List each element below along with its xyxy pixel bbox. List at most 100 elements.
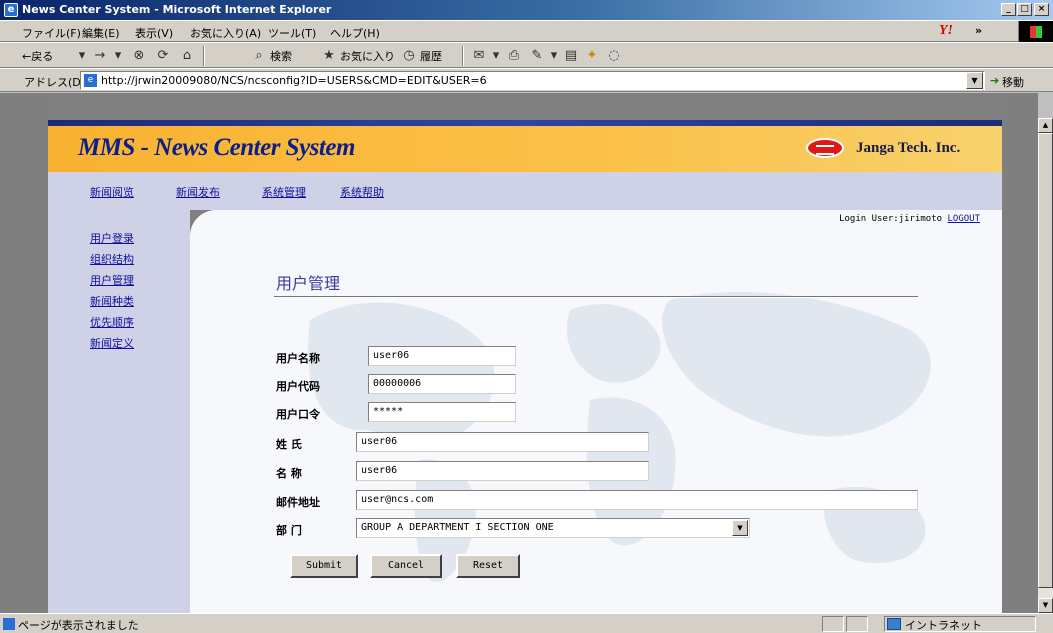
windows-logo-icon: [1018, 21, 1053, 43]
given-name-input[interactable]: user06: [356, 461, 649, 481]
cancel-button[interactable]: Cancel: [370, 554, 442, 578]
nav-news-publish[interactable]: 新闻发布: [176, 184, 220, 200]
window-title: News Center System - Microsoft Internet …: [22, 3, 332, 16]
browser-viewport: MMS - News Center System Janga Tech. Inc…: [0, 93, 1038, 613]
login-label: Login User:: [839, 214, 899, 224]
page-gutter-left: [0, 93, 48, 613]
go-button[interactable]: 移動: [1002, 74, 1024, 90]
status-bar: ページが表示されました イントラネット: [0, 613, 1053, 633]
toolbar-separator: [203, 46, 205, 66]
menu-edit[interactable]: 編集(E): [82, 25, 120, 41]
maximize-button[interactable]: □: [1017, 3, 1032, 16]
top-nav: 新闻阅览 新闻发布 系统管理 系统帮助: [48, 172, 1002, 210]
forward-dropdown-icon[interactable]: ▾: [110, 47, 126, 65]
chevron-down-icon[interactable]: ▼: [732, 520, 748, 536]
sidebar: 用户登录 组织结构 用户管理 新闻种类 优先顺序 新闻定义: [48, 210, 190, 613]
toolbar-chevron[interactable]: »: [975, 24, 982, 37]
site-title: MMS - News Center System: [78, 134, 355, 161]
sidebar-item-priority[interactable]: 优先顺序: [90, 314, 134, 330]
logout-link[interactable]: LOGOUT: [947, 214, 980, 224]
page-icon: e: [84, 74, 97, 87]
related-icon[interactable]: ◌: [605, 47, 623, 65]
refresh-icon[interactable]: ⟳: [154, 47, 172, 65]
status-text: ページが表示されました: [18, 619, 139, 632]
menu-file[interactable]: ファイル(F): [22, 25, 81, 41]
ie-icon: e: [4, 3, 18, 17]
menu-help[interactable]: ヘルプ(H): [330, 25, 380, 41]
address-label: アドレス(D): [24, 76, 86, 89]
intranet-zone-icon: [887, 618, 901, 630]
menu-tools[interactable]: ツール(T): [268, 25, 316, 41]
reset-button[interactable]: Reset: [456, 554, 520, 578]
address-dropdown-button[interactable]: ▼: [966, 72, 983, 89]
edit-icon[interactable]: ✎: [528, 47, 546, 65]
page-title: 用户管理: [276, 274, 341, 293]
back-dropdown-icon[interactable]: ▾: [74, 47, 90, 65]
zone-text: イントラネット: [905, 619, 982, 632]
standard-toolbar: ←戻る ▾ → ▾ ⊗ ⟳ ⌂ ⌕ 検索 ★ お気に入り ◷ 履歴 ✉ ▾ ⎙ …: [0, 42, 1053, 68]
home-icon[interactable]: ⌂: [178, 47, 196, 65]
company-name: Janga Tech. Inc.: [856, 140, 961, 156]
submit-button[interactable]: Submit: [290, 554, 358, 578]
department-select[interactable]: GROUP A DEPARTMENT I SECTION ONE ▼: [356, 518, 750, 538]
mail-dropdown-icon[interactable]: ▾: [490, 47, 502, 65]
edit-dropdown-icon[interactable]: ▾: [548, 47, 560, 65]
address-url: http://jrwin20009080/NCS/ncsconfig?ID=US…: [101, 74, 487, 87]
favorites-button[interactable]: お気に入り: [340, 48, 395, 64]
login-info: Login User:jirimoto LOGOUT: [839, 214, 980, 224]
search-button[interactable]: 検索: [270, 48, 292, 64]
login-user: jirimoto: [898, 214, 943, 224]
discuss-icon[interactable]: ▤: [562, 47, 580, 65]
stop-icon[interactable]: ⊗: [130, 47, 148, 65]
status-panel: [822, 616, 844, 632]
content-panel: Login User:jirimoto LOGOUT 用户管理 用户名称 use…: [190, 210, 1002, 613]
surname-input[interactable]: user06: [356, 432, 649, 452]
sidebar-item-user-admin[interactable]: 用户管理: [90, 272, 134, 288]
given-name-label: 名 称: [276, 467, 302, 480]
menu-bar: ファイル(F) 編集(E) 表示(V) お気に入り(A) ツール(T) ヘルプ(…: [0, 20, 1053, 43]
site-header: MMS - News Center System Janga Tech. Inc…: [48, 126, 1002, 172]
sidebar-item-org-structure[interactable]: 组织结构: [90, 251, 134, 267]
email-input[interactable]: user@ncs.com: [356, 490, 918, 510]
status-panel: [846, 616, 868, 632]
history-button[interactable]: 履歴: [420, 48, 442, 64]
password-input[interactable]: *****: [368, 402, 516, 422]
sidebar-item-news-definition[interactable]: 新闻定义: [90, 335, 134, 351]
sidebar-item-news-category[interactable]: 新闻种类: [90, 293, 134, 309]
menu-view[interactable]: 表示(V): [135, 25, 173, 41]
scroll-up-icon[interactable]: ▲: [1038, 118, 1053, 133]
address-input[interactable]: e http://jrwin20009080/NCS/ncsconfig?ID=…: [80, 71, 985, 90]
forward-icon[interactable]: →: [92, 47, 108, 65]
title-divider: [274, 296, 918, 298]
nav-news-view[interactable]: 新闻阅览: [90, 184, 134, 200]
usercode-label: 用户代码: [276, 380, 320, 393]
window-titlebar: e News Center System - Microsoft Interne…: [0, 0, 1053, 20]
toolbar-separator: [462, 46, 464, 66]
sidebar-item-user-login[interactable]: 用户登录: [90, 230, 134, 246]
messenger-icon[interactable]: ✦: [583, 47, 601, 65]
nav-system-admin[interactable]: 系统管理: [262, 184, 306, 200]
mail-icon[interactable]: ✉: [470, 47, 488, 65]
nav-system-help[interactable]: 系统帮助: [340, 184, 384, 200]
department-selected: GROUP A DEPARTMENT I SECTION ONE: [361, 522, 554, 533]
surname-label: 姓 氏: [276, 438, 302, 451]
yahoo-logo-icon[interactable]: Y!: [922, 23, 970, 41]
close-button[interactable]: ×: [1034, 3, 1049, 16]
scroll-thumb[interactable]: [1038, 133, 1053, 588]
print-icon[interactable]: ⎙: [505, 47, 523, 65]
back-button[interactable]: ←戻る: [22, 48, 53, 64]
page-done-icon: [3, 618, 15, 630]
password-label: 用户口令: [276, 408, 320, 421]
page-gutter-right: [1002, 93, 1038, 613]
username-input[interactable]: user06: [368, 346, 516, 366]
vertical-scrollbar[interactable]: ▲ ▼: [1038, 118, 1053, 613]
scroll-down-icon[interactable]: ▼: [1038, 598, 1053, 613]
go-arrow-icon[interactable]: ➔: [990, 74, 999, 87]
minimize-button[interactable]: _: [1001, 3, 1016, 16]
favorites-icon[interactable]: ★: [320, 47, 338, 65]
search-icon[interactable]: ⌕: [250, 47, 268, 65]
menu-favorites[interactable]: お気に入り(A): [190, 25, 261, 41]
usercode-input[interactable]: 00000006: [368, 374, 516, 394]
address-bar: アドレス(D) e http://jrwin20009080/NCS/ncsco…: [0, 68, 1053, 92]
history-icon[interactable]: ◷: [400, 47, 418, 65]
